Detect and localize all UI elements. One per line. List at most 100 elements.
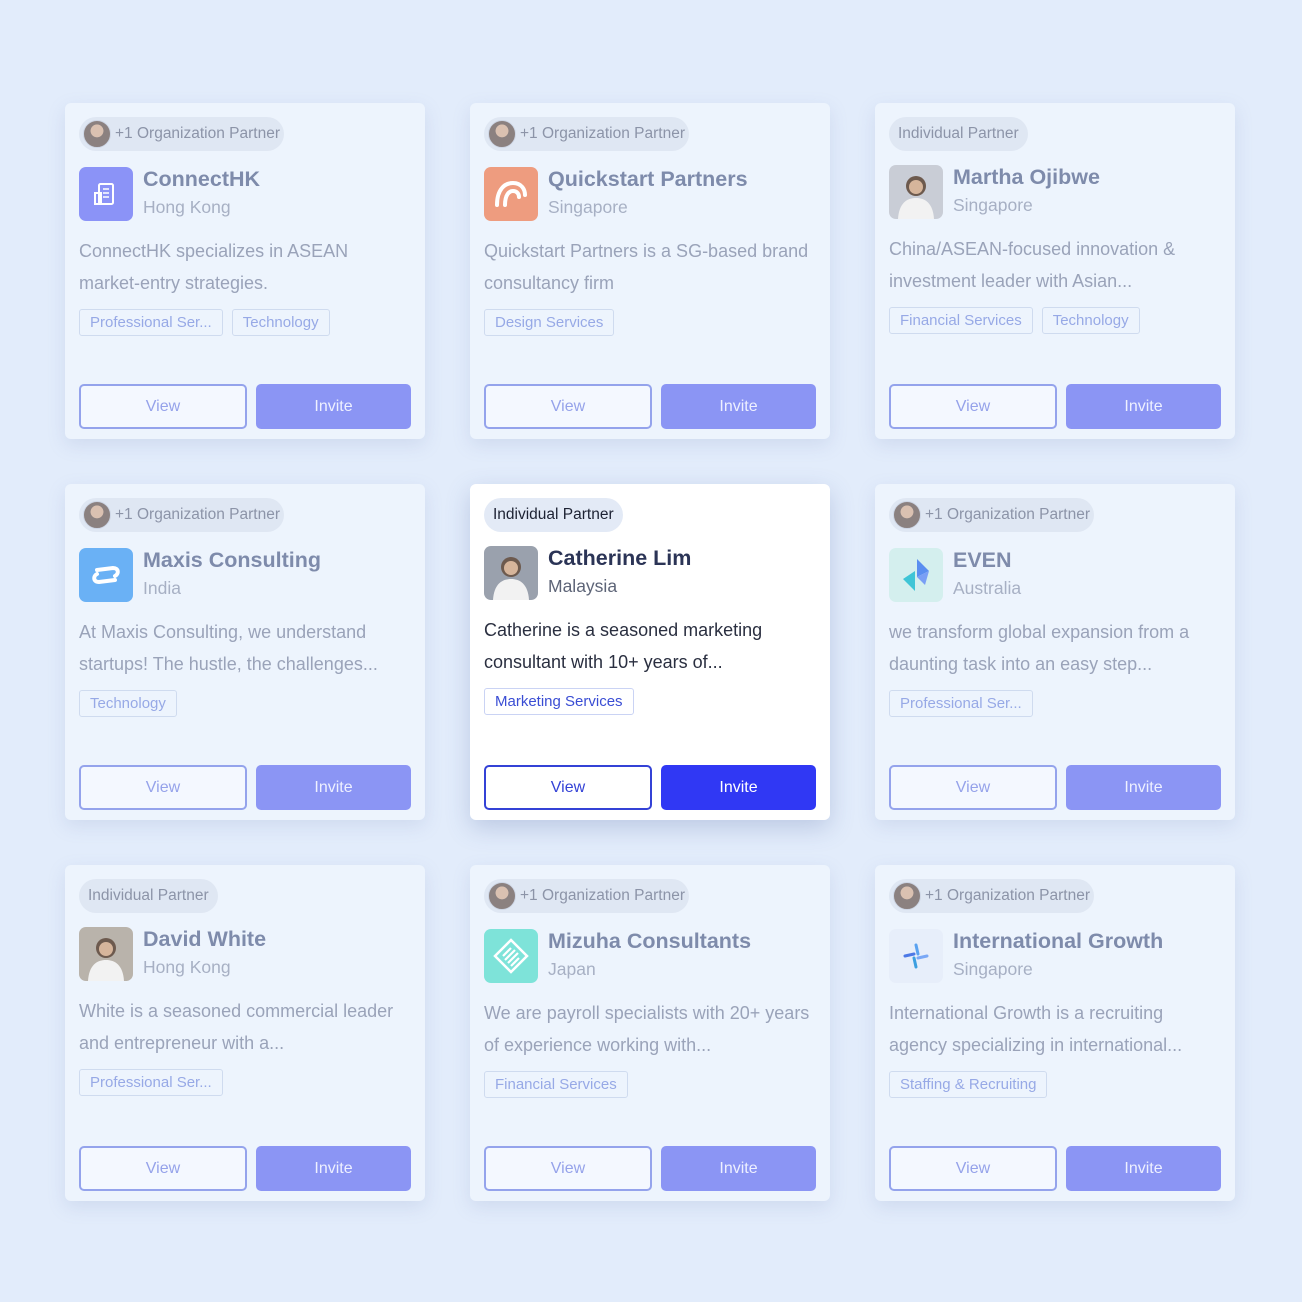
card-actions: View Invite xyxy=(889,1146,1221,1191)
partner-location: Australia xyxy=(953,578,1022,598)
person-photo-icon xyxy=(889,164,943,219)
avatar xyxy=(83,501,111,529)
partner-name[interactable]: Catherine Lim xyxy=(548,545,691,572)
card-header: Quickstart Partners Singapore xyxy=(484,166,816,221)
view-button[interactable]: View xyxy=(484,384,652,429)
growth-logo-icon xyxy=(889,928,943,983)
view-button[interactable]: View xyxy=(484,1146,652,1191)
partner-type-badge: +1 Organization Partner xyxy=(889,498,1094,532)
partner-type-badge: +1 Organization Partner xyxy=(484,879,689,913)
partner-type-label: +1 Organization Partner xyxy=(925,506,1090,523)
partner-name[interactable]: Martha Ojibwe xyxy=(953,164,1100,191)
partner-location: Japan xyxy=(548,959,596,979)
card-actions: View Invite xyxy=(889,765,1221,810)
partner-description: China/ASEAN-focused innovation & investm… xyxy=(889,239,1176,291)
partner-type-label: Individual Partner xyxy=(88,887,209,904)
partner-name[interactable]: EVEN xyxy=(953,547,1021,574)
partner-description: At Maxis Consulting, we understand start… xyxy=(79,622,378,674)
industry-tag: Marketing Services xyxy=(484,688,634,715)
partner-location: Singapore xyxy=(953,959,1033,979)
industry-tag: Technology xyxy=(231,309,330,336)
industry-tag: Staffing & Recruiting xyxy=(889,1071,1048,1098)
invite-button[interactable]: Invite xyxy=(1066,1146,1221,1191)
card-header: David White Hong Kong xyxy=(79,926,411,981)
partner-card-grid: +1 Organization Partner ConnectHK Hong K… xyxy=(65,103,1235,1201)
person-photo-icon xyxy=(79,926,133,981)
tag-list: Professional Ser... xyxy=(79,1069,411,1096)
partner-description: we transform global expansion from a dau… xyxy=(889,622,1190,674)
partner-card[interactable]: Individual Partner David White Hong Kong… xyxy=(65,865,425,1201)
partner-card[interactable]: +1 Organization Partner ConnectHK Hong K… xyxy=(65,103,425,439)
quickstart-logo-icon xyxy=(484,166,538,221)
partner-card[interactable]: +1 Organization Partner Maxis Consulting… xyxy=(65,484,425,820)
partner-location: India xyxy=(143,578,181,598)
partner-name[interactable]: David White xyxy=(143,926,266,953)
card-actions: View Invite xyxy=(79,384,411,429)
card-header: Maxis Consulting India xyxy=(79,547,411,602)
card-header: Mizuha Consultants Japan xyxy=(484,928,816,983)
partner-card[interactable]: +1 Organization Partner EVEN Australia w… xyxy=(875,484,1235,820)
partner-type-badge: Individual Partner xyxy=(889,117,1028,151)
invite-button[interactable]: Invite xyxy=(661,384,816,429)
view-button[interactable]: View xyxy=(484,765,652,810)
partner-type-label: Individual Partner xyxy=(493,506,614,523)
industry-tag: Professional Ser... xyxy=(79,1069,223,1096)
card-header: ConnectHK Hong Kong xyxy=(79,166,411,221)
view-button[interactable]: View xyxy=(79,765,247,810)
invite-button[interactable]: Invite xyxy=(661,1146,816,1191)
invite-button[interactable]: Invite xyxy=(256,1146,411,1191)
partner-type-label: +1 Organization Partner xyxy=(925,887,1090,904)
view-button[interactable]: View xyxy=(889,765,1057,810)
card-header: Martha Ojibwe Singapore xyxy=(889,164,1221,219)
card-header: Catherine Lim Malaysia xyxy=(484,545,816,600)
partner-location: Singapore xyxy=(548,197,628,217)
card-header: International Growth Singapore xyxy=(889,928,1221,983)
partner-name[interactable]: ConnectHK xyxy=(143,166,260,193)
building-icon xyxy=(79,166,133,221)
maxis-logo-icon xyxy=(79,547,133,602)
partner-description: ConnectHK specializes in ASEAN market-en… xyxy=(79,241,349,293)
view-button[interactable]: View xyxy=(889,1146,1057,1191)
tag-list: Professional Ser... xyxy=(889,690,1221,717)
avatar xyxy=(83,120,111,148)
tag-list: Professional Ser... Technology xyxy=(79,309,411,336)
partner-card[interactable]: Individual Partner Catherine Lim Malaysi… xyxy=(470,484,830,820)
partner-type-badge: Individual Partner xyxy=(484,498,623,532)
partner-type-badge: +1 Organization Partner xyxy=(79,117,284,151)
card-actions: View Invite xyxy=(484,384,816,429)
tag-list: Financial Services Technology xyxy=(889,307,1221,334)
partner-location: Singapore xyxy=(953,195,1033,215)
partner-type-badge: +1 Organization Partner xyxy=(484,117,689,151)
partner-name[interactable]: Maxis Consulting xyxy=(143,547,321,574)
invite-button[interactable]: Invite xyxy=(1066,765,1221,810)
partner-name[interactable]: Mizuha Consultants xyxy=(548,928,751,955)
partner-name[interactable]: International Growth xyxy=(953,928,1163,955)
industry-tag: Technology xyxy=(79,690,177,717)
partner-card[interactable]: +1 Organization Partner International Gr… xyxy=(875,865,1235,1201)
invite-button[interactable]: Invite xyxy=(661,765,816,810)
partner-type-label: Individual Partner xyxy=(898,125,1019,142)
partner-description: We are payroll specialists with 20+ year… xyxy=(484,1003,810,1055)
invite-button[interactable]: Invite xyxy=(256,384,411,429)
view-button[interactable]: View xyxy=(79,384,247,429)
partner-type-badge: +1 Organization Partner xyxy=(889,879,1094,913)
partner-description: White is a seasoned commercial leader an… xyxy=(79,1001,394,1053)
tag-list: Marketing Services xyxy=(484,688,816,715)
invite-button[interactable]: Invite xyxy=(256,765,411,810)
partner-description: Quickstart Partners is a SG-based brand … xyxy=(484,241,809,293)
tag-list: Design Services xyxy=(484,309,816,336)
card-actions: View Invite xyxy=(889,384,1221,429)
partner-type-label: +1 Organization Partner xyxy=(520,125,685,142)
invite-button[interactable]: Invite xyxy=(1066,384,1221,429)
view-button[interactable]: View xyxy=(889,384,1057,429)
partner-type-label: +1 Organization Partner xyxy=(520,887,685,904)
partner-description: Catherine is a seasoned marketing consul… xyxy=(484,620,763,672)
view-button[interactable]: View xyxy=(79,1146,247,1191)
even-logo-icon xyxy=(889,547,943,602)
partner-card[interactable]: Individual Partner Martha Ojibwe Singapo… xyxy=(875,103,1235,439)
partner-card[interactable]: +1 Organization Partner Mizuha Consultan… xyxy=(470,865,830,1201)
card-actions: View Invite xyxy=(484,765,816,810)
card-actions: View Invite xyxy=(79,1146,411,1191)
partner-name[interactable]: Quickstart Partners xyxy=(548,166,748,193)
partner-card[interactable]: +1 Organization Partner Quickstart Partn… xyxy=(470,103,830,439)
